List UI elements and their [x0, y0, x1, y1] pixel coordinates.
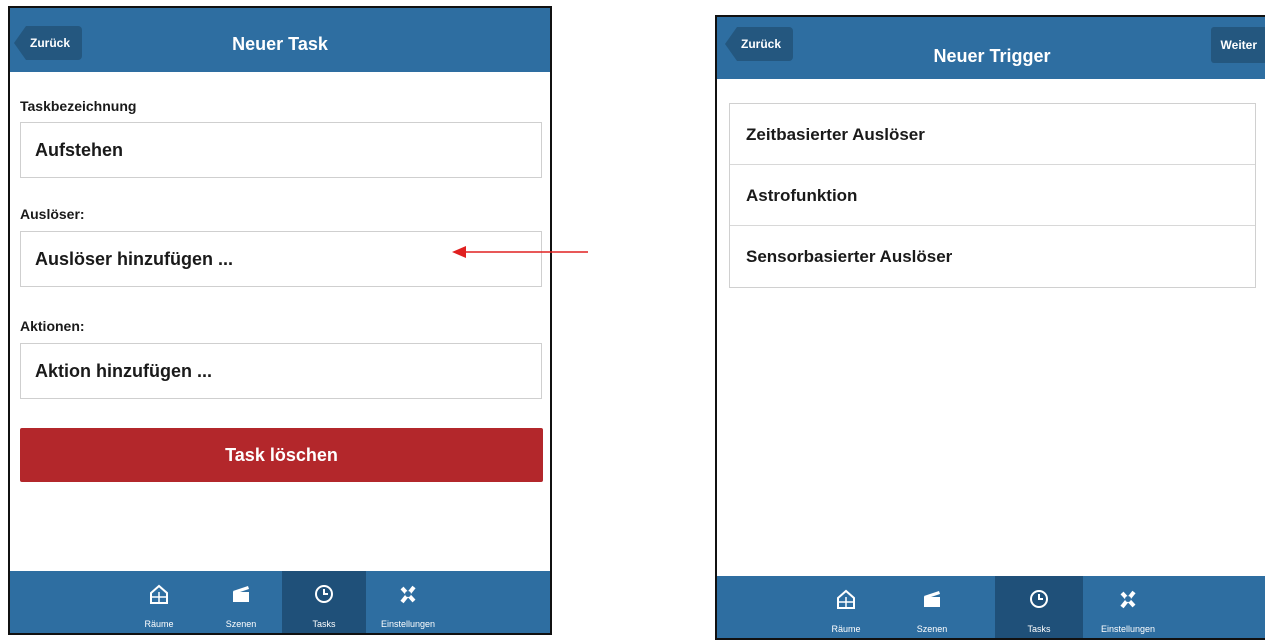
- trigger-label: Auslöser:: [20, 206, 85, 222]
- tab-label: Tasks: [1027, 624, 1051, 634]
- tab-label: Szenen: [225, 619, 257, 629]
- task-name-field[interactable]: Aufstehen: [20, 122, 542, 178]
- clock-icon: [282, 581, 366, 607]
- navigation-bar: Zurück Neuer Trigger Weiter: [717, 17, 1265, 79]
- page-title: Neuer Trigger: [933, 46, 1051, 66]
- tab-tasks[interactable]: Tasks: [995, 576, 1083, 638]
- clapperboard-icon: [889, 586, 975, 612]
- clapperboard-icon: [200, 581, 282, 607]
- trigger-option-astro[interactable]: Astrofunktion: [730, 165, 1255, 226]
- tab-label: Einstellungen: [380, 619, 436, 629]
- add-trigger-field[interactable]: Auslöser hinzufügen ...: [20, 231, 542, 287]
- clock-icon: [995, 586, 1083, 612]
- add-action-field[interactable]: Aktion hinzufügen ...: [20, 343, 542, 399]
- tab-label: Szenen: [916, 624, 948, 634]
- house-icon: [803, 586, 889, 612]
- tab-label: Einstellungen: [1100, 624, 1156, 634]
- trigger-option-time-based[interactable]: Zeitbasierter Auslöser: [730, 104, 1255, 165]
- tools-icon: [366, 581, 450, 607]
- tab-settings[interactable]: Einstellungen: [366, 571, 450, 633]
- tab-label: Räume: [144, 619, 174, 629]
- tab-scenes[interactable]: Szenen: [889, 576, 975, 638]
- task-name-label: Taskbezeichnung: [20, 98, 137, 114]
- navigation-bar: Zurück Neuer Task: [10, 8, 550, 72]
- tab-bar: Räume Szenen Tasks Einstellungen: [717, 576, 1265, 638]
- next-button[interactable]: Weiter: [1210, 27, 1265, 63]
- delete-task-button[interactable]: Task löschen: [20, 428, 543, 482]
- trigger-type-list: Zeitbasierter Auslöser Astrofunktion Sen…: [729, 103, 1256, 288]
- tab-bar: Räume Szenen Tasks Einstellungen: [10, 571, 550, 633]
- tab-tasks[interactable]: Tasks: [282, 571, 366, 633]
- actions-label: Aktionen:: [20, 318, 85, 334]
- annotation-arrow-icon: [452, 246, 588, 258]
- tab-label: Räume: [831, 624, 861, 634]
- tab-scenes[interactable]: Szenen: [200, 571, 282, 633]
- tab-settings[interactable]: Einstellungen: [1083, 576, 1173, 638]
- tab-rooms[interactable]: Räume: [118, 571, 200, 633]
- house-icon: [118, 581, 200, 607]
- tab-rooms[interactable]: Räume: [803, 576, 889, 638]
- tools-icon: [1083, 586, 1173, 612]
- new-task-screen: Zurück Neuer Task Taskbezeichnung Aufste…: [8, 6, 552, 635]
- page-title: Neuer Task: [232, 34, 328, 54]
- trigger-option-sensor-based[interactable]: Sensorbasierter Auslöser: [730, 226, 1255, 287]
- new-trigger-screen: Zurück Neuer Trigger Weiter Zeitbasierte…: [715, 15, 1265, 640]
- tab-label: Tasks: [312, 619, 336, 629]
